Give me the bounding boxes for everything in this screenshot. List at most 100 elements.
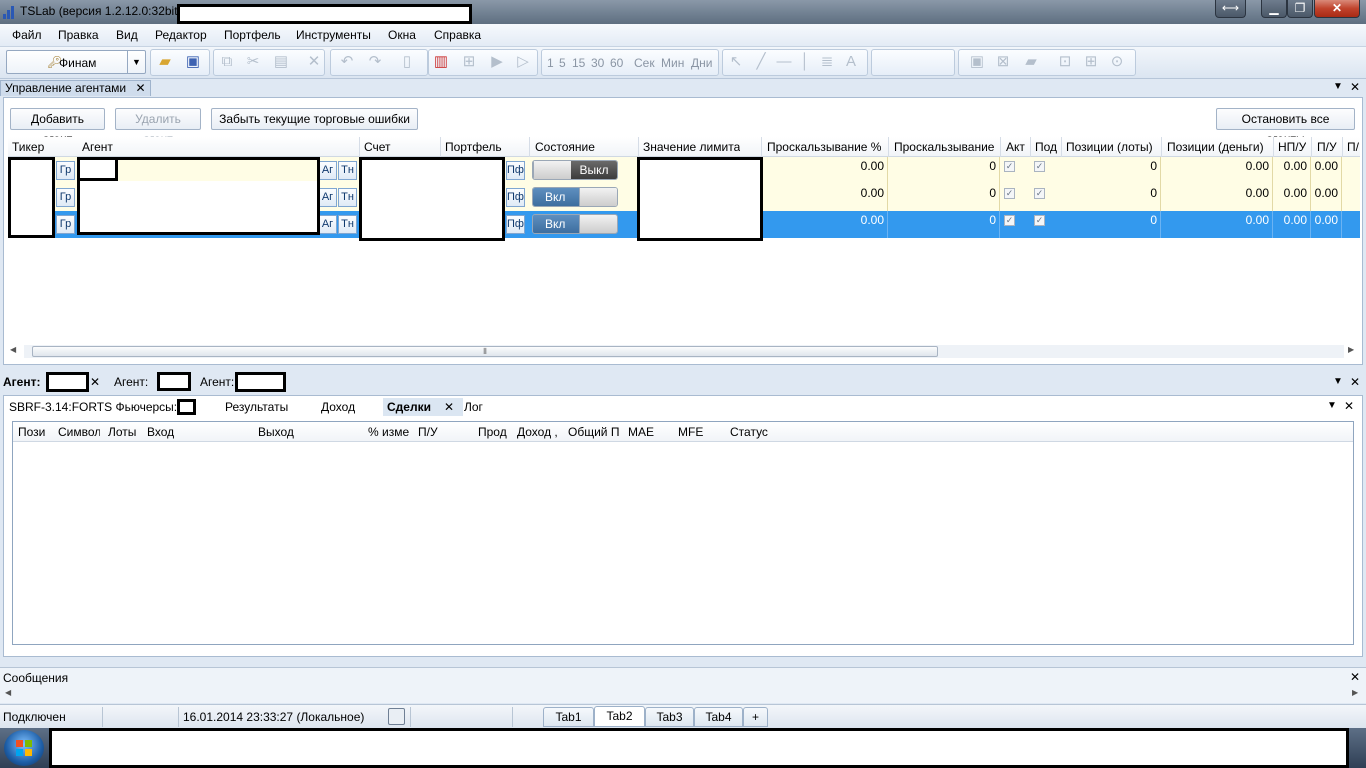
agent-tab[interactable]: Агент:: [114, 375, 148, 389]
portfolio-button[interactable]: Пф: [506, 188, 525, 207]
delete-layout-icon[interactable]: ⊠: [994, 53, 1012, 71]
play-icon[interactable]: ▶: [488, 53, 506, 71]
undo-icon[interactable]: ↶: [338, 53, 356, 71]
page-icon[interactable]: ▯: [398, 53, 416, 71]
agents-panel-tab[interactable]: Управление агентами ✕: [0, 80, 151, 96]
col-state[interactable]: Состояние: [535, 140, 595, 154]
broker-combo[interactable]: 🔑︎ Финам ▼: [6, 50, 146, 74]
subtab-log[interactable]: Лог: [464, 400, 483, 414]
col-status[interactable]: Статус: [730, 425, 768, 439]
close-icon[interactable]: ✕: [1350, 80, 1360, 94]
close-icon[interactable]: ✕: [90, 375, 100, 389]
col-income[interactable]: Доход ,: [517, 425, 563, 439]
col-change-pct[interactable]: % изме: [368, 425, 410, 439]
col-entry[interactable]: Вход: [147, 425, 174, 439]
delete-icon[interactable]: ✕: [305, 53, 323, 71]
sub-checkbox[interactable]: ✓: [1034, 161, 1045, 172]
close-icon[interactable]: ✕: [1344, 399, 1354, 413]
save-icon[interactable]: ▣: [184, 53, 202, 71]
agent-tab[interactable]: Агент:: [200, 375, 234, 389]
col-npu[interactable]: НП/У: [1278, 140, 1306, 154]
col-sell[interactable]: Прод: [478, 425, 510, 439]
chart-group-button[interactable]: Гр: [56, 188, 75, 207]
line-icon[interactable]: ╱: [752, 53, 770, 71]
minimize-button[interactable]: ▁: [1261, 0, 1287, 18]
subtab-deals[interactable]: Сделки ✕: [383, 398, 463, 416]
col-position[interactable]: Пози: [18, 425, 54, 439]
copy-icon[interactable]: ⧉: [218, 53, 236, 71]
windows-start-icon[interactable]: [4, 730, 44, 766]
cut-icon[interactable]: ✂: [244, 53, 262, 71]
sub-checkbox[interactable]: ✓: [1034, 215, 1045, 226]
branch-icon[interactable]: ⊞: [460, 53, 478, 71]
arrange-icon[interactable]: ⊞: [1082, 53, 1100, 71]
maximize-button[interactable]: ❐: [1287, 0, 1313, 18]
col-account[interactable]: Счет: [364, 140, 391, 154]
agent-button[interactable]: Аг: [318, 215, 337, 234]
col-pos-lots[interactable]: Позиции (лоты): [1066, 140, 1153, 154]
col-akt[interactable]: Акт: [1006, 140, 1025, 154]
menu-help[interactable]: Справка: [434, 28, 481, 42]
scroll-left-icon[interactable]: ◀: [5, 688, 11, 697]
scroll-right-icon[interactable]: ▶: [1348, 345, 1354, 354]
interval-30[interactable]: 30: [591, 56, 604, 70]
resize-button[interactable]: ⟷: [1215, 0, 1246, 18]
col-mfe[interactable]: MFE: [678, 425, 703, 439]
portfolio-button[interactable]: Пф: [506, 215, 525, 234]
col-pnl[interactable]: П/У: [418, 425, 438, 439]
tab-3[interactable]: Tab3: [645, 707, 694, 727]
chevron-down-icon[interactable]: ▼: [127, 51, 145, 73]
chart-icon[interactable]: ▥: [432, 53, 450, 71]
trades-button[interactable]: Тн: [338, 188, 357, 207]
menu-windows[interactable]: Окна: [388, 28, 416, 42]
col-pod[interactable]: Под: [1035, 140, 1059, 154]
menu-edit[interactable]: Правка: [58, 28, 99, 42]
interval-1[interactable]: 1: [547, 56, 554, 70]
close-icon[interactable]: ✕: [1350, 670, 1360, 684]
state-toggle[interactable]: Выкл: [532, 160, 618, 180]
menu-view[interactable]: Вид: [116, 28, 138, 42]
redo-icon[interactable]: ↷: [366, 53, 384, 71]
interval-15[interactable]: 15: [572, 56, 585, 70]
subtab-income[interactable]: Доход: [321, 400, 355, 414]
forget-errors-button[interactable]: Забыть текущие торговые ошибки: [211, 108, 418, 130]
chart-group-button[interactable]: Гр: [56, 215, 75, 234]
active-checkbox[interactable]: ✓: [1004, 161, 1015, 172]
list-icon[interactable]: [388, 708, 405, 725]
open-folder-icon[interactable]: ▰: [156, 53, 174, 71]
agent-button[interactable]: Аг: [318, 188, 337, 207]
trades-button[interactable]: Тн: [338, 161, 357, 180]
col-exit[interactable]: Выход: [258, 425, 294, 439]
fit-icon[interactable]: ⊡: [1056, 53, 1074, 71]
add-agent-button[interactable]: Добавить агент: [10, 108, 105, 146]
text-icon[interactable]: A: [842, 53, 860, 71]
col-total[interactable]: Общий П: [568, 425, 620, 439]
tab-4[interactable]: Tab4: [694, 707, 743, 727]
pin-icon[interactable]: ▼: [1333, 376, 1343, 387]
menu-editor[interactable]: Редактор: [155, 28, 207, 42]
agent-tab-active[interactable]: Агент:: [3, 375, 40, 389]
unit-min[interactable]: Мин: [661, 56, 684, 70]
menu-portfolio[interactable]: Портфель: [224, 28, 281, 42]
col-agent[interactable]: Агент: [82, 140, 113, 154]
col-lots[interactable]: Лоты: [108, 425, 136, 439]
sub-checkbox[interactable]: ✓: [1034, 188, 1045, 199]
unit-sec[interactable]: Сек: [634, 56, 655, 70]
active-checkbox[interactable]: ✓: [1004, 215, 1015, 226]
subtab-instrument[interactable]: SBRF-3.14:FORTS Фьючерсы:: [9, 400, 177, 414]
fib-icon[interactable]: ≣: [818, 53, 836, 71]
stop-all-agents-button[interactable]: Остановить все агенты: [1216, 108, 1355, 146]
trades-button[interactable]: Тн: [338, 215, 357, 234]
horizontal-scrollbar[interactable]: ◀ ⦀ ▶: [8, 344, 1360, 359]
col-slip-pct[interactable]: Проскальзывание %: [767, 140, 881, 154]
col-pu[interactable]: П/У: [1317, 140, 1337, 154]
col-slip[interactable]: Проскальзывание: [894, 140, 994, 154]
close-icon[interactable]: ✕: [444, 400, 454, 414]
remove-agent-button[interactable]: Удалить агент: [115, 108, 201, 146]
col-mae[interactable]: MAE: [628, 425, 654, 439]
active-checkbox[interactable]: ✓: [1004, 188, 1015, 199]
add-tab-button[interactable]: +: [743, 707, 768, 727]
close-icon[interactable]: ✕: [135, 81, 145, 95]
col-pu2[interactable]: П/: [1347, 140, 1359, 154]
tab-1[interactable]: Tab1: [543, 707, 594, 727]
